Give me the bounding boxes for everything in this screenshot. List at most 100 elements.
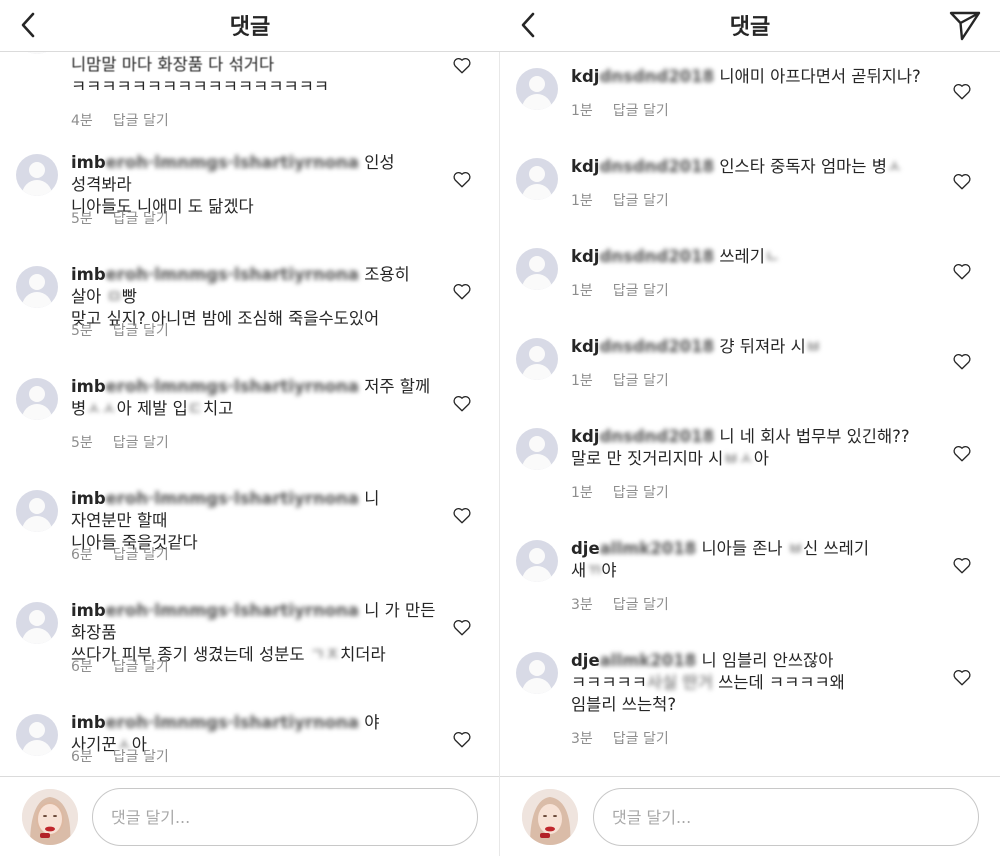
blurred-username: eroh·lmnmgs·lshartiyrnona (105, 489, 359, 508)
comment-username[interactable]: kdj (571, 67, 599, 86)
comment-username[interactable]: imb (71, 601, 106, 620)
heart-outline-icon[interactable] (452, 56, 472, 74)
comment-input[interactable] (593, 788, 979, 846)
comment-text: kdjdnsdnd2018 걍 뒤져라 시ㅂ (571, 336, 941, 358)
reply-button[interactable]: 답글 달기 (613, 193, 669, 209)
comment-username[interactable]: imb (71, 265, 106, 284)
comment-item: 니맘말 마다 화장품 다 섞거다 ㅋㅋㅋㅋㅋㅋㅋㅋㅋㅋㅋㅋㅋㅋㅋㅋㅋ 4분 답글 … (0, 52, 500, 129)
header: 댓글 (0, 0, 500, 52)
comment-item: imberoh·lmnmgs·lshartiyrnona 인성 성격봐라 니아들도… (0, 152, 500, 252)
comment-username[interactable]: imb (71, 153, 106, 172)
avatar[interactable] (516, 540, 558, 582)
avatar[interactable] (16, 52, 58, 54)
blurred-username: eroh·lmnmgs·lshartiyrnona (105, 153, 359, 172)
heart-outline-icon[interactable] (952, 262, 972, 280)
reply-button[interactable]: 답글 달기 (613, 103, 669, 119)
my-avatar (22, 789, 78, 845)
comment-meta: 3분 답글 달기 (571, 594, 669, 614)
comment-list[interactable]: kdjdnsdnd2018 니애미 아프다면서 곧뒤지나? 1분 답글 달기 kd… (500, 52, 1000, 776)
comment-username[interactable]: imb (71, 489, 106, 508)
avatar[interactable] (516, 652, 558, 694)
comment-item: imberoh·lmnmgs·lshartiyrnona 니 자연분만 할때 니아… (0, 488, 500, 588)
heart-outline-icon[interactable] (452, 170, 472, 188)
comment-username[interactable]: imb (71, 377, 106, 396)
reply-button[interactable]: 답글 달기 (613, 283, 669, 299)
heart-outline-icon[interactable] (952, 82, 972, 100)
blurred-username: eroh·lmnmgs·lshartiyrnona (105, 713, 359, 732)
comment-text: djeallmk2018 니 임블리 안쓰잖아 ㅋㅋㅋㅋㅋ사실 딴거 쓰는데 ㅋㅋ… (571, 650, 941, 716)
heart-outline-icon[interactable] (452, 506, 472, 524)
heart-outline-icon[interactable] (452, 282, 472, 300)
comment-username[interactable]: kdj (571, 247, 599, 266)
reply-button[interactable]: 답글 달기 (113, 323, 169, 339)
comment-username[interactable]: dje (571, 539, 600, 558)
heart-outline-icon[interactable] (952, 444, 972, 462)
blurred-username: eroh·lmnmgs·lshartiyrnona (105, 377, 359, 396)
avatar[interactable] (16, 378, 58, 420)
reply-button[interactable]: 답글 달기 (113, 211, 169, 227)
comment-meta: 5분 답글 달기 (71, 432, 169, 452)
reply-button[interactable]: 답글 달기 (613, 597, 669, 613)
avatar[interactable] (16, 266, 58, 308)
avatar[interactable] (16, 714, 58, 756)
comment-time: 3분 (571, 731, 593, 747)
reply-button[interactable]: 답글 달기 (113, 749, 169, 765)
comment-time: 1분 (571, 103, 593, 119)
comment-body: 쓰레기ㄴ (719, 247, 781, 266)
reply-button[interactable]: 답글 달기 (113, 659, 169, 675)
avatar[interactable] (516, 68, 558, 110)
avatar[interactable] (16, 490, 58, 532)
comment-body: 인스타 중독자 엄마는 병ㅅ (719, 157, 903, 176)
reply-button[interactable]: 답글 달기 (613, 485, 669, 501)
heart-outline-icon[interactable] (452, 618, 472, 636)
reply-button[interactable]: 답글 달기 (113, 113, 169, 129)
blurred-username: eroh·lmnmgs·lshartiyrnona (105, 601, 359, 620)
avatar[interactable] (516, 158, 558, 200)
comment-item: imberoh·lmnmgs·lshartiyrnona 조용히 살아 ㅁ빵 맞고… (0, 264, 500, 364)
heart-outline-icon[interactable] (952, 668, 972, 686)
comment-time: 1분 (571, 193, 593, 209)
profile-photo-icon (22, 789, 78, 845)
comment-time: 1분 (571, 373, 593, 389)
avatar[interactable] (516, 248, 558, 290)
avatar[interactable] (516, 338, 558, 380)
heart-outline-icon[interactable] (952, 352, 972, 370)
heart-outline-icon[interactable] (952, 556, 972, 574)
comment-time: 6분 (71, 749, 93, 765)
avatar[interactable] (16, 602, 58, 644)
profile-photo-icon (522, 789, 578, 845)
blurred-username: dnsdnd2018 (599, 427, 715, 446)
comment-username[interactable]: dje (571, 651, 600, 670)
blurred-username: dnsdnd2018 (599, 247, 715, 266)
comment-time: 5분 (71, 323, 93, 339)
comment-username[interactable]: kdj (571, 157, 599, 176)
comment-meta: 1분 답글 달기 (571, 190, 669, 210)
comment-time: 4분 (71, 113, 93, 129)
comment-meta: 4분 답글 달기 (71, 110, 169, 130)
avatar[interactable] (16, 154, 58, 196)
comment-username[interactable]: kdj (571, 427, 599, 446)
comment-username[interactable]: imb (71, 713, 106, 732)
comment-input[interactable] (92, 788, 478, 846)
heart-outline-icon[interactable] (952, 172, 972, 190)
comment-list[interactable]: 니맘말 마다 화장품 다 섞거다 ㅋㅋㅋㅋㅋㅋㅋㅋㅋㅋㅋㅋㅋㅋㅋㅋㅋ 4분 답글 … (0, 52, 500, 776)
comment-text: kdjdnsdnd2018 니 네 회사 법무부 있긴해?? 말로 만 짓거리지마… (571, 426, 941, 470)
heart-outline-icon[interactable] (452, 730, 472, 748)
paper-plane-icon[interactable] (948, 8, 982, 42)
comment-composer (500, 776, 1000, 856)
my-avatar (522, 789, 578, 845)
reply-button[interactable]: 답글 달기 (113, 547, 169, 563)
reply-button[interactable]: 답글 달기 (113, 435, 169, 451)
avatar[interactable] (516, 428, 558, 470)
reply-button[interactable]: 답글 달기 (613, 373, 669, 389)
comment-item: djeallmk2018 니 임블리 안쓰잖아 ㅋㅋㅋㅋㅋ사실 딴거 쓰는데 ㅋㅋ… (500, 650, 1000, 776)
comment-time: 6분 (71, 659, 93, 675)
comment-time: 1분 (571, 485, 593, 501)
blurred-username: allmk2018 (599, 539, 697, 558)
header: 댓글 (500, 0, 1000, 52)
heart-outline-icon[interactable] (452, 394, 472, 412)
reply-button[interactable]: 답글 달기 (613, 731, 669, 747)
comment-meta: 3분 답글 달기 (571, 728, 669, 748)
comment-line-2: ㅋㅋㅋㅋㅋㅋㅋㅋㅋㅋㅋㅋㅋㅋㅋㅋㅋ (71, 77, 330, 96)
comment-username[interactable]: kdj (571, 337, 599, 356)
